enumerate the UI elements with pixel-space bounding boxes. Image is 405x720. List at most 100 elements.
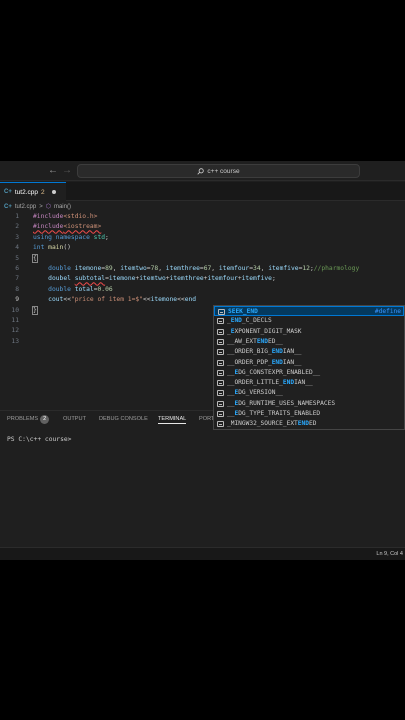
tab-debug-console[interactable]: DEBUG CONSOLE (99, 415, 148, 423)
code-token: itemthree (165, 265, 200, 272)
suggestion-label-part: __ORDER_LITTLE_ (227, 379, 283, 387)
suggestion-label: _MINGW32_SOURCE_EXTENDED (227, 419, 316, 429)
suggestion-label: _END_C_DECLS (227, 316, 272, 326)
constant-icon (217, 411, 224, 417)
tab-output[interactable]: OUTPUT (63, 415, 86, 423)
code-text: #include<stdio.h> (33, 212, 97, 222)
code-token: double (48, 285, 75, 293)
cursor-position[interactable]: Ln 9, Col 4 (376, 551, 403, 557)
suggestion-item[interactable]: _MINGW32_SOURCE_EXTENDED (214, 419, 404, 429)
line-number: 9 (15, 296, 19, 304)
code-token: 0.06 (97, 285, 113, 293)
suggestion-label-part: _C_DECLS (241, 317, 272, 325)
code-text: doubel subtotal=itemone+itemtwo+itemthre… (33, 274, 276, 284)
code-line[interactable]: 4 int main() (0, 243, 405, 253)
code-token: << (142, 296, 151, 304)
code-text: int main() (33, 243, 71, 253)
tab-problems[interactable]: PROBLEMS 2 (7, 415, 50, 424)
suggestion-label-part: __ORDER_PDP_ (227, 358, 272, 366)
code-token: itemfive (241, 275, 272, 283)
line-number: 6 (15, 265, 19, 272)
code-token: <stdio.h> (63, 213, 98, 220)
suggestion-item[interactable]: __ORDER_LITTLE_ENDIAN__ (214, 378, 404, 388)
back-button[interactable]: ← (48, 165, 58, 177)
line-number: 4 (15, 244, 19, 252)
suggestion-label-part: END (297, 420, 309, 428)
suggestion-label-part: DG_TYPE_TRAITS_ENABLED (238, 410, 321, 417)
suggestion-label-part: END (230, 317, 242, 325)
constant-icon (217, 349, 224, 356)
code-token: 89 (105, 265, 113, 272)
suggestion-label: _EXPONENT_DIGIT_MASK (227, 327, 302, 337)
unsaved-dot-icon[interactable] (51, 190, 56, 194)
tab-terminal[interactable]: TERMINAL (158, 415, 187, 424)
suggestion-item[interactable]: __EDG_VERSION__ (214, 388, 404, 398)
code-token: itemone (108, 275, 136, 283)
code-line[interactable]: 5{ (0, 253, 405, 264)
line-number: 5 (15, 254, 19, 262)
code-token: doubel (48, 275, 75, 283)
code-token: total (74, 285, 94, 293)
autocomplete-suggestions: SEEK_END #define _END_C_DECLS _EXPONENT_DIG… (213, 305, 405, 430)
code-token: <iostream> (63, 223, 102, 231)
constant-icon (217, 369, 224, 376)
code-line[interactable]: 1 #include<stdio.h> (0, 212, 405, 222)
code-line[interactable]: 6 double itemone=89, itemtwo=78, itemthr… (0, 264, 405, 274)
suggestion-label-part: END (271, 348, 283, 356)
code-text: double total=0.06 (33, 285, 113, 295)
suggestion-item[interactable]: _EXPONENT_DIGIT_MASK (214, 327, 404, 337)
code-token: itemtwo (139, 275, 166, 283)
code-line[interactable]: 2 #include<iostream> (0, 222, 405, 232)
code-token: #include (33, 213, 64, 220)
function-icon: ⬡ (45, 204, 51, 210)
suggestion-label-part: _MINGW32_SOURCE_EXT (227, 420, 298, 428)
suggestion-label-part: XPONENT_DIGIT_MASK (234, 327, 302, 335)
code-token: itemthree (169, 275, 204, 283)
suggestion-label-part: IAN__ (282, 348, 302, 356)
line-number: 3 (15, 233, 19, 241)
terminal-output[interactable]: PS C:\c++ course> (0, 426, 405, 546)
code-token: , (158, 265, 166, 272)
code-text: cout<<"price of item 1=$"<<itemone<<end (33, 295, 196, 305)
code-token: main (48, 244, 64, 252)
suggestion-label-part: IAN__ (294, 379, 313, 387)
code-token: () (63, 244, 71, 252)
suggestion-label: __AW_EXTENDED__ (227, 337, 283, 347)
line-number: 10 (11, 306, 19, 314)
suggestion-item[interactable]: _END_C_DECLS (214, 316, 404, 326)
code-line[interactable]: 3 using namespace std; (0, 233, 405, 243)
suggestion-item[interactable]: SEEK_END #define (214, 306, 404, 317)
code-token: ; (105, 233, 109, 241)
suggestion-label-part: ED__ (268, 337, 283, 345)
breadcrumb-function[interactable]: main() (54, 204, 71, 210)
code-line[interactable]: 7 doubel subtotal=itemone+itemtwo+itemth… (0, 274, 405, 284)
forward-button[interactable]: → (62, 165, 72, 177)
suggestion-label-part: __AW_EXT (227, 337, 257, 345)
title-bar: ← → c++ course (0, 161, 405, 181)
suggestion-item[interactable]: __AW_EXTENDED__ (214, 337, 404, 347)
code-token: itemfour (207, 275, 238, 283)
suggestion-item[interactable]: __EDG_TYPE_TRAITS_ENABLED (214, 409, 404, 419)
code-token: //pharmology (313, 265, 360, 272)
suggestion-label: __ORDER_PDP_ENDIAN__ (227, 358, 302, 368)
constant-icon (217, 328, 224, 335)
suggestion-label-part: DG_CONSTEXPR_ENABLED__ (238, 368, 321, 376)
code-line[interactable]: 8 double total=0.06 (0, 285, 405, 295)
line-number: 12 (11, 327, 19, 335)
line-number: 2 (15, 223, 19, 231)
breadcrumb-file[interactable]: tut2.cpp (15, 204, 36, 210)
suggestion-item[interactable]: __ORDER_BIG_ENDIAN__ (214, 347, 404, 357)
search-text: c++ course (207, 167, 240, 175)
suggestion-label-part: END (282, 379, 295, 387)
suggestion-item[interactable]: __EDG_CONSTEXPR_ENABLED__ (214, 368, 404, 378)
command-center-search[interactable]: c++ course (77, 164, 360, 178)
breadcrumb-separator-icon: > (39, 203, 43, 210)
suggestion-label: __ORDER_LITTLE_ENDIAN__ (227, 378, 313, 388)
suggestion-item[interactable]: __ORDER_PDP_ENDIAN__ (214, 358, 404, 368)
tab-tut2-cpp[interactable]: C+ tut2.cpp 2 (0, 182, 66, 201)
suggestion-item[interactable]: __EDG_RUNTIME_USES_NAMESPACES (214, 399, 404, 409)
constant-icon (217, 318, 224, 325)
